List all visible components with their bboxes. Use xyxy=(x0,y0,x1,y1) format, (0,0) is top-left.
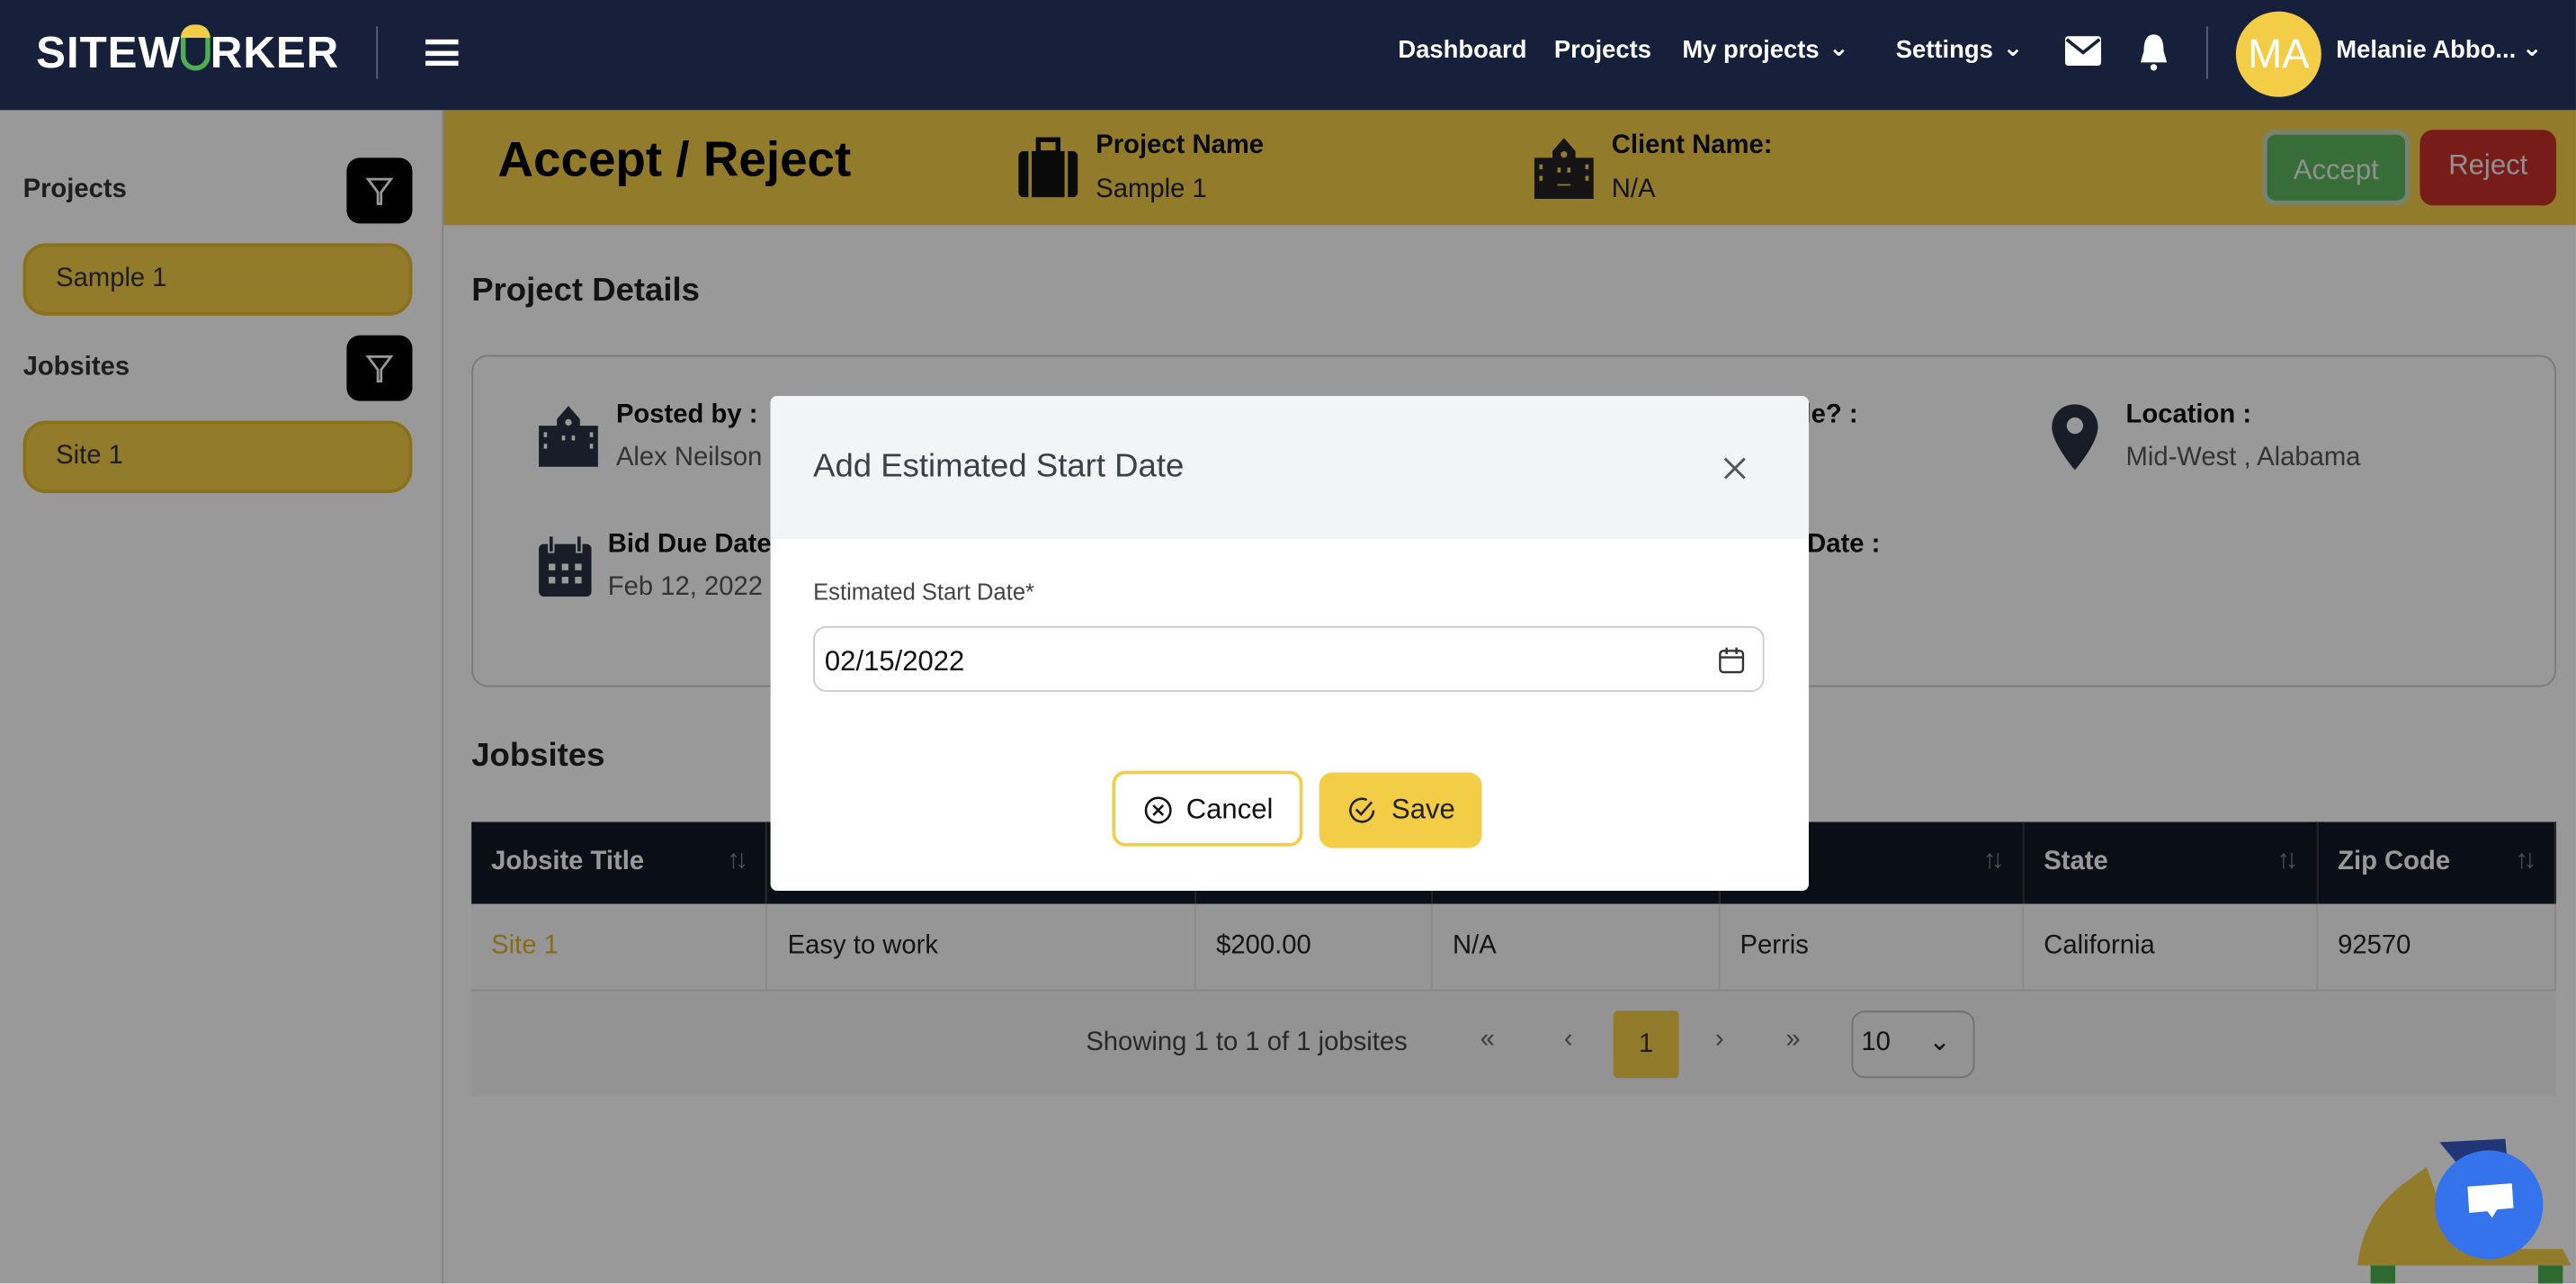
chevron-down-icon[interactable]: ⌄ xyxy=(1829,33,1849,62)
siteworker-logo[interactable]: SITEW RKER xyxy=(36,24,339,79)
save-label: Save xyxy=(1391,794,1455,825)
chat-button[interactable] xyxy=(2434,1150,2544,1260)
add-start-date-modal: Add Estimated Start Date Estimated Start… xyxy=(770,396,1809,891)
start-date-value: 02/15/2022 xyxy=(824,645,965,678)
start-date-label: Estimated Start Date* xyxy=(813,578,1035,606)
chat-icon xyxy=(2467,1183,2514,1218)
nav-projects[interactable]: Projects xyxy=(1554,36,1651,64)
modal-header: Add Estimated Start Date xyxy=(770,396,1809,540)
divider xyxy=(2205,26,2208,79)
top-navbar: SITEW RKER Dashboard Projects My projects… xyxy=(0,0,2576,111)
save-button[interactable]: Save xyxy=(1319,772,1482,849)
nav-dashboard[interactable]: Dashboard xyxy=(1398,36,1526,64)
bell-icon[interactable] xyxy=(2137,33,2170,73)
menu-icon[interactable] xyxy=(425,39,459,67)
check-circle-icon xyxy=(1349,797,1375,823)
chevron-down-icon[interactable]: ⌄ xyxy=(2003,33,2024,62)
user-name[interactable]: Melanie Abbo... xyxy=(2336,36,2516,64)
modal-title: Add Estimated Start Date xyxy=(813,448,1185,485)
nav-my-projects[interactable]: My projects xyxy=(1682,36,1819,64)
mail-icon[interactable] xyxy=(2064,36,2102,67)
cancel-label: Cancel xyxy=(1185,794,1274,825)
close-icon[interactable] xyxy=(1722,455,1748,481)
cancel-circle-icon xyxy=(1144,796,1172,824)
start-date-input[interactable]: 02/15/2022 xyxy=(813,625,1765,692)
nav-settings[interactable]: Settings xyxy=(1896,36,1993,64)
cancel-button[interactable]: Cancel xyxy=(1112,770,1303,847)
chevron-down-icon[interactable]: ⌄ xyxy=(2522,33,2543,62)
avatar[interactable]: MA xyxy=(2235,11,2321,97)
calendar-icon[interactable] xyxy=(1719,646,1745,674)
divider xyxy=(376,26,379,79)
